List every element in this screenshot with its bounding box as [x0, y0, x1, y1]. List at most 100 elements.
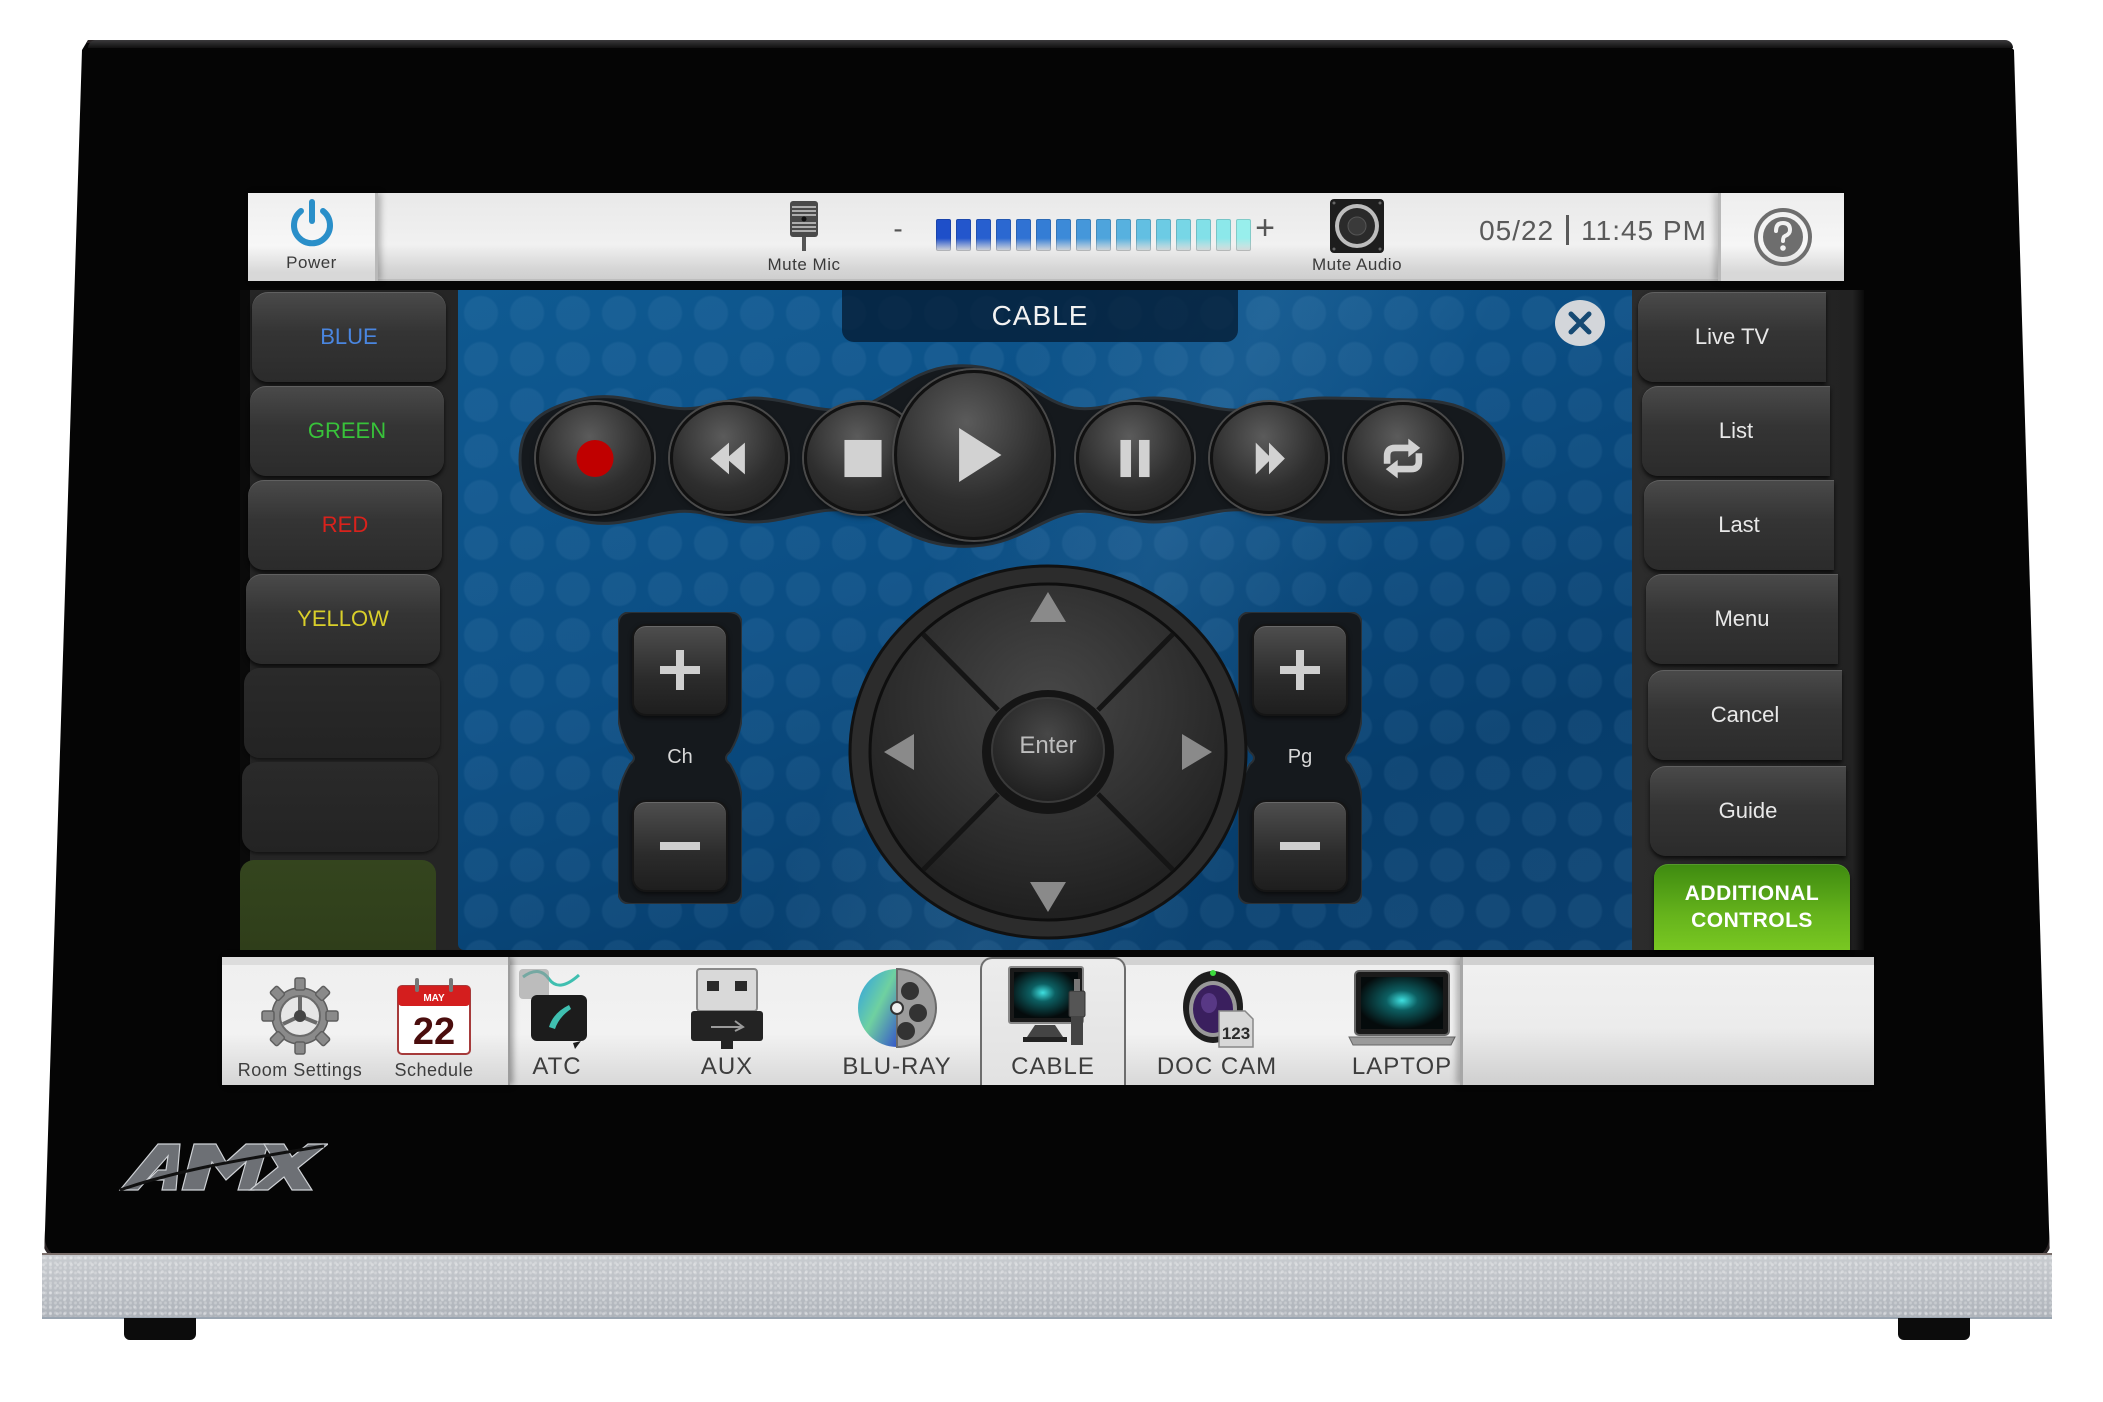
volume-segment — [1116, 219, 1131, 251]
directional-pad: Enter — [848, 562, 1248, 942]
cancel-label: Cancel — [1710, 702, 1780, 727]
pause-button[interactable] — [1076, 402, 1194, 514]
amx-logo: AMX — [118, 1143, 328, 1192]
repeat-button[interactable] — [1344, 402, 1462, 514]
channel-down-button[interactable] — [632, 800, 728, 892]
source-atc[interactable]: ATC — [512, 957, 602, 1085]
function-buttons-column: Live TV List Last Menu Cancel Guide ADDI… — [1632, 290, 1864, 950]
volume-segment — [1156, 219, 1171, 251]
atc-label: ATC — [532, 1053, 582, 1080]
menu-label: Menu — [1714, 606, 1770, 631]
yellow-button-label: YELLOW — [297, 606, 389, 631]
yellow-button[interactable]: YELLOW — [246, 574, 440, 664]
power-icon — [290, 199, 333, 247]
bluray-disc-icon — [858, 967, 937, 1049]
power-label: Power — [286, 253, 337, 272]
help-button[interactable] — [1718, 193, 1844, 281]
additional-controls-button[interactable]: ADDITIONAL CONTROLS — [1654, 864, 1850, 950]
laptop-label: LAPTOP — [1351, 1053, 1453, 1080]
volume-down-button[interactable]: - — [886, 213, 910, 245]
blue-button[interactable]: BLUE — [252, 292, 446, 382]
additional-controls-line2: CONTROLS — [1691, 909, 1813, 932]
mute-mic-button[interactable]: Mute Mic — [744, 193, 864, 281]
page-down-button[interactable] — [1252, 800, 1348, 892]
usb-icon — [691, 968, 763, 1049]
power-button[interactable]: Power — [248, 193, 378, 281]
volume-up-button[interactable]: + — [1250, 209, 1280, 248]
gear-icon — [261, 977, 339, 1055]
mute-audio-button[interactable]: Mute Audio — [1292, 193, 1422, 281]
source-cable[interactable]: CABLE — [980, 957, 1126, 1085]
schedule-label: Schedule — [394, 1060, 474, 1080]
dpad-down-button[interactable] — [968, 822, 1128, 932]
date-time-display: 05/22 11:45 PM — [1418, 215, 1768, 247]
source-bluray[interactable]: BLU-RAY — [822, 957, 972, 1085]
volume-segment — [996, 219, 1011, 251]
dpad-right-button[interactable] — [1128, 672, 1238, 832]
room-settings-label: Room Settings — [237, 1060, 363, 1080]
volume-segment — [1056, 219, 1071, 251]
plus-icon — [1280, 650, 1320, 690]
fast-forward-button[interactable] — [1210, 402, 1328, 514]
channel-rocker: Ch — [618, 612, 742, 904]
red-button[interactable]: RED — [248, 480, 442, 570]
list-button[interactable]: List — [1642, 386, 1830, 476]
volume-segment — [1076, 219, 1091, 251]
menu-button[interactable]: Menu — [1646, 574, 1838, 664]
repeat-icon — [1383, 438, 1423, 478]
page-label: Pg — [1287, 746, 1313, 768]
doc-cam-badge: 123 — [1222, 1024, 1250, 1043]
record-button[interactable] — [536, 402, 654, 514]
schedule-button[interactable]: MAY 22 Schedule — [372, 957, 496, 1085]
blue-button-label: BLUE — [320, 324, 378, 349]
play-button[interactable] — [894, 370, 1054, 540]
pause-icon — [1120, 439, 1150, 477]
volume-segment — [1176, 219, 1191, 251]
last-label: Last — [1718, 512, 1760, 537]
source-laptop[interactable]: LAPTOP — [1332, 957, 1472, 1085]
additional-controls-line1: ADDITIONAL — [1684, 882, 1820, 905]
minus-icon — [660, 842, 700, 850]
volume-bar[interactable] — [936, 219, 1251, 251]
volume-segment — [1216, 219, 1231, 251]
room-settings-button[interactable]: Room Settings — [230, 957, 370, 1085]
record-icon — [576, 439, 614, 477]
source-doc-cam[interactable]: 123 DOC CAM — [1142, 957, 1292, 1085]
mute-audio-label: Mute Audio — [1311, 255, 1403, 274]
speaker-icon — [1330, 199, 1384, 253]
calendar-day: 22 — [413, 1011, 455, 1053]
mute-mic-label: Mute Mic — [767, 255, 841, 274]
green-button-label: GREEN — [307, 418, 387, 443]
top-bar: Power Mute Mic - + Mute Audio 05/22 11:4… — [248, 193, 1844, 281]
volume-segment — [1196, 219, 1211, 251]
channel-label: Ch — [667, 746, 693, 768]
dpad-left-button[interactable] — [858, 672, 968, 832]
source-aux[interactable]: AUX — [662, 957, 792, 1085]
enter-button[interactable] — [994, 700, 1102, 802]
time-text: 11:45 PM — [1581, 215, 1707, 246]
volume-segment — [1036, 219, 1051, 251]
source-bar: Room Settings MAY 22 Schedule ATC AUX BL… — [222, 953, 1874, 1085]
document-camera-icon: 123 — [1183, 970, 1254, 1048]
guide-label: Guide — [1718, 798, 1778, 823]
rewind-button[interactable] — [670, 402, 788, 514]
last-button[interactable]: Last — [1644, 480, 1834, 570]
close-button[interactable] — [1555, 300, 1605, 346]
volume-segment — [976, 219, 991, 251]
cancel-button[interactable]: Cancel — [1648, 670, 1842, 760]
source-bar-right-panel — [1460, 957, 1874, 1085]
date-time-separator — [1566, 215, 1570, 245]
plus-icon — [660, 650, 700, 690]
volume-segment — [956, 219, 971, 251]
channel-up-button[interactable] — [632, 624, 728, 716]
transport-controls — [514, 360, 1524, 550]
utility-panel: Room Settings MAY 22 Schedule — [222, 957, 510, 1085]
dpad-up-button[interactable] — [968, 572, 1128, 682]
guide-button[interactable]: Guide — [1650, 766, 1846, 856]
play-icon — [958, 428, 1001, 482]
live-tv-button[interactable]: Live TV — [1638, 292, 1826, 382]
green-button[interactable]: GREEN — [250, 386, 444, 476]
empty-slot-2 — [242, 762, 438, 852]
date-text: 05/22 — [1479, 215, 1555, 246]
page-up-button[interactable] — [1252, 624, 1348, 716]
